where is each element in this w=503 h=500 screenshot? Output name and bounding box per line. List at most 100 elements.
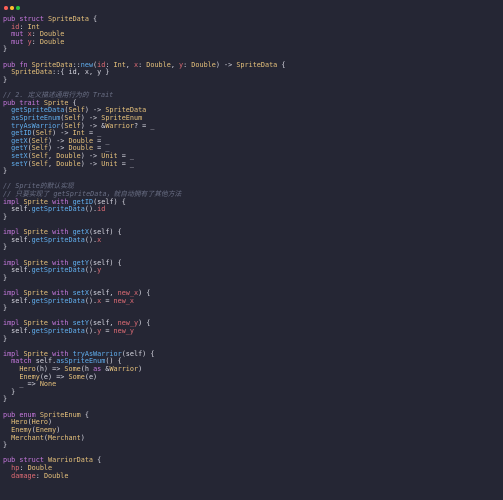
code-token: { (277, 60, 286, 69)
code-line: } (3, 213, 503, 222)
code-token: (). (84, 205, 98, 214)
code-token: (self) { (121, 349, 155, 358)
code-token: getSpriteData (31, 266, 85, 275)
code-line: } (3, 335, 503, 344)
minimize-window-icon[interactable] (10, 6, 14, 10)
code-token: = _ (117, 159, 134, 168)
code-line: self.getSpriteData().y = new_y (3, 326, 503, 336)
code-token: ::{ id, x, y } (52, 68, 110, 77)
code-token: : (31, 37, 40, 46)
code-token: (e) (84, 372, 98, 381)
code-token: getSpriteData (31, 326, 85, 335)
code-token: (). (84, 296, 98, 305)
code-token: ) (138, 365, 143, 374)
close-window-icon[interactable] (4, 6, 8, 10)
code-line: pub struct WarriorData { (3, 457, 503, 465)
code-token: Double (191, 60, 216, 69)
code-line: } (3, 46, 503, 54)
code-token: } (3, 441, 8, 450)
code-token: SpriteData (236, 60, 278, 69)
code-token: , (170, 60, 180, 69)
code-window: pub struct SpriteData { id: Int mut x: D… (0, 0, 503, 500)
code-line: _ => None (3, 380, 503, 389)
code-token: (). (84, 326, 98, 335)
code-token: { (93, 456, 102, 465)
code-token: , (48, 159, 57, 168)
code-line: // 2. 定义描述通用行为的 Trait (3, 91, 503, 100)
code-token: y (97, 266, 102, 275)
code-token: , (125, 60, 134, 69)
code-token: Double (43, 471, 69, 480)
code-token: Double (56, 159, 81, 168)
code-line: setY(Self, Double) -> Unit = _ (3, 159, 503, 169)
code-line: pub enum SpriteEnum { (3, 410, 503, 420)
code-token: self. (3, 266, 32, 275)
code-token: new_x (113, 296, 134, 305)
code-line: } (3, 274, 503, 283)
code-line: Enemy(e) => Some(e) (3, 372, 503, 382)
code-token: WarriorData (48, 456, 94, 465)
code-token: Merchant (3, 433, 44, 442)
code-token: None (39, 380, 57, 389)
code-token: ) -> (80, 159, 102, 168)
code-token: (). (84, 235, 98, 244)
code-token: Merchant (48, 433, 81, 442)
code-token: Unit (101, 159, 118, 168)
code-line: } (3, 441, 503, 450)
code-block: pub struct SpriteData { id: Int mut x: D… (3, 15, 503, 480)
code-line: self.getSpriteData().x (3, 235, 503, 245)
code-token: = (101, 296, 114, 305)
code-token: } (3, 167, 8, 176)
code-line: mut x: Double (3, 30, 503, 39)
code-token: Double (39, 37, 65, 46)
code-token: new_y (113, 326, 134, 335)
code-line: hp: Double (3, 464, 503, 473)
code-line: self.getSpriteData().id (3, 205, 503, 214)
code-token: Some (68, 372, 85, 381)
code-line: self.getSpriteData().y (3, 266, 503, 275)
code-token: getSpriteData (31, 235, 85, 244)
code-token: ? = _ (133, 121, 155, 130)
code-token: { (80, 410, 89, 419)
code-token: self. (3, 326, 32, 335)
code-token: ) { (138, 319, 151, 328)
code-line: } (3, 243, 503, 252)
code-token: { (88, 15, 98, 23)
code-token: ) (80, 433, 85, 442)
window-titlebar (0, 0, 503, 16)
code-line: mut y: Double (3, 37, 503, 47)
code-token: Warrior (109, 365, 139, 374)
maximize-window-icon[interactable] (16, 6, 20, 10)
code-token: } (3, 304, 8, 313)
code-line: pub struct SpriteData { (3, 15, 503, 24)
code-token: SpriteData (48, 15, 89, 23)
code-line: Merchant(Merchant) (3, 433, 503, 443)
code-line: } (3, 388, 503, 397)
code-token: = (101, 326, 114, 335)
code-line: SpriteData::{ id, x, y } (3, 68, 503, 77)
code-line: } (3, 167, 503, 176)
code-token: self. (3, 235, 32, 244)
code-token: Self (31, 159, 49, 168)
code-line: id: Int (3, 23, 503, 32)
code-token: self. (3, 205, 32, 214)
code-token: Double (146, 60, 171, 69)
code-token: getSpriteData (31, 296, 85, 305)
code-line: Hero(Hero) (3, 418, 503, 427)
code-token: : (35, 471, 44, 480)
code-token: damage (3, 471, 36, 480)
code-token: ) { (138, 288, 151, 297)
code-line: } (3, 76, 503, 85)
code-token: ) -> (215, 60, 237, 69)
code-token: x (97, 235, 102, 244)
code-line: } (3, 396, 503, 404)
code-token: (). (84, 266, 98, 275)
code-token: self. (3, 296, 32, 305)
code-token: Int (113, 60, 126, 69)
code-token: id (97, 205, 106, 214)
code-token: Warrior (105, 121, 134, 130)
code-line: } (3, 304, 503, 313)
code-line: self.getSpriteData().x = new_x (3, 296, 503, 306)
code-token: getSpriteData (31, 205, 85, 214)
